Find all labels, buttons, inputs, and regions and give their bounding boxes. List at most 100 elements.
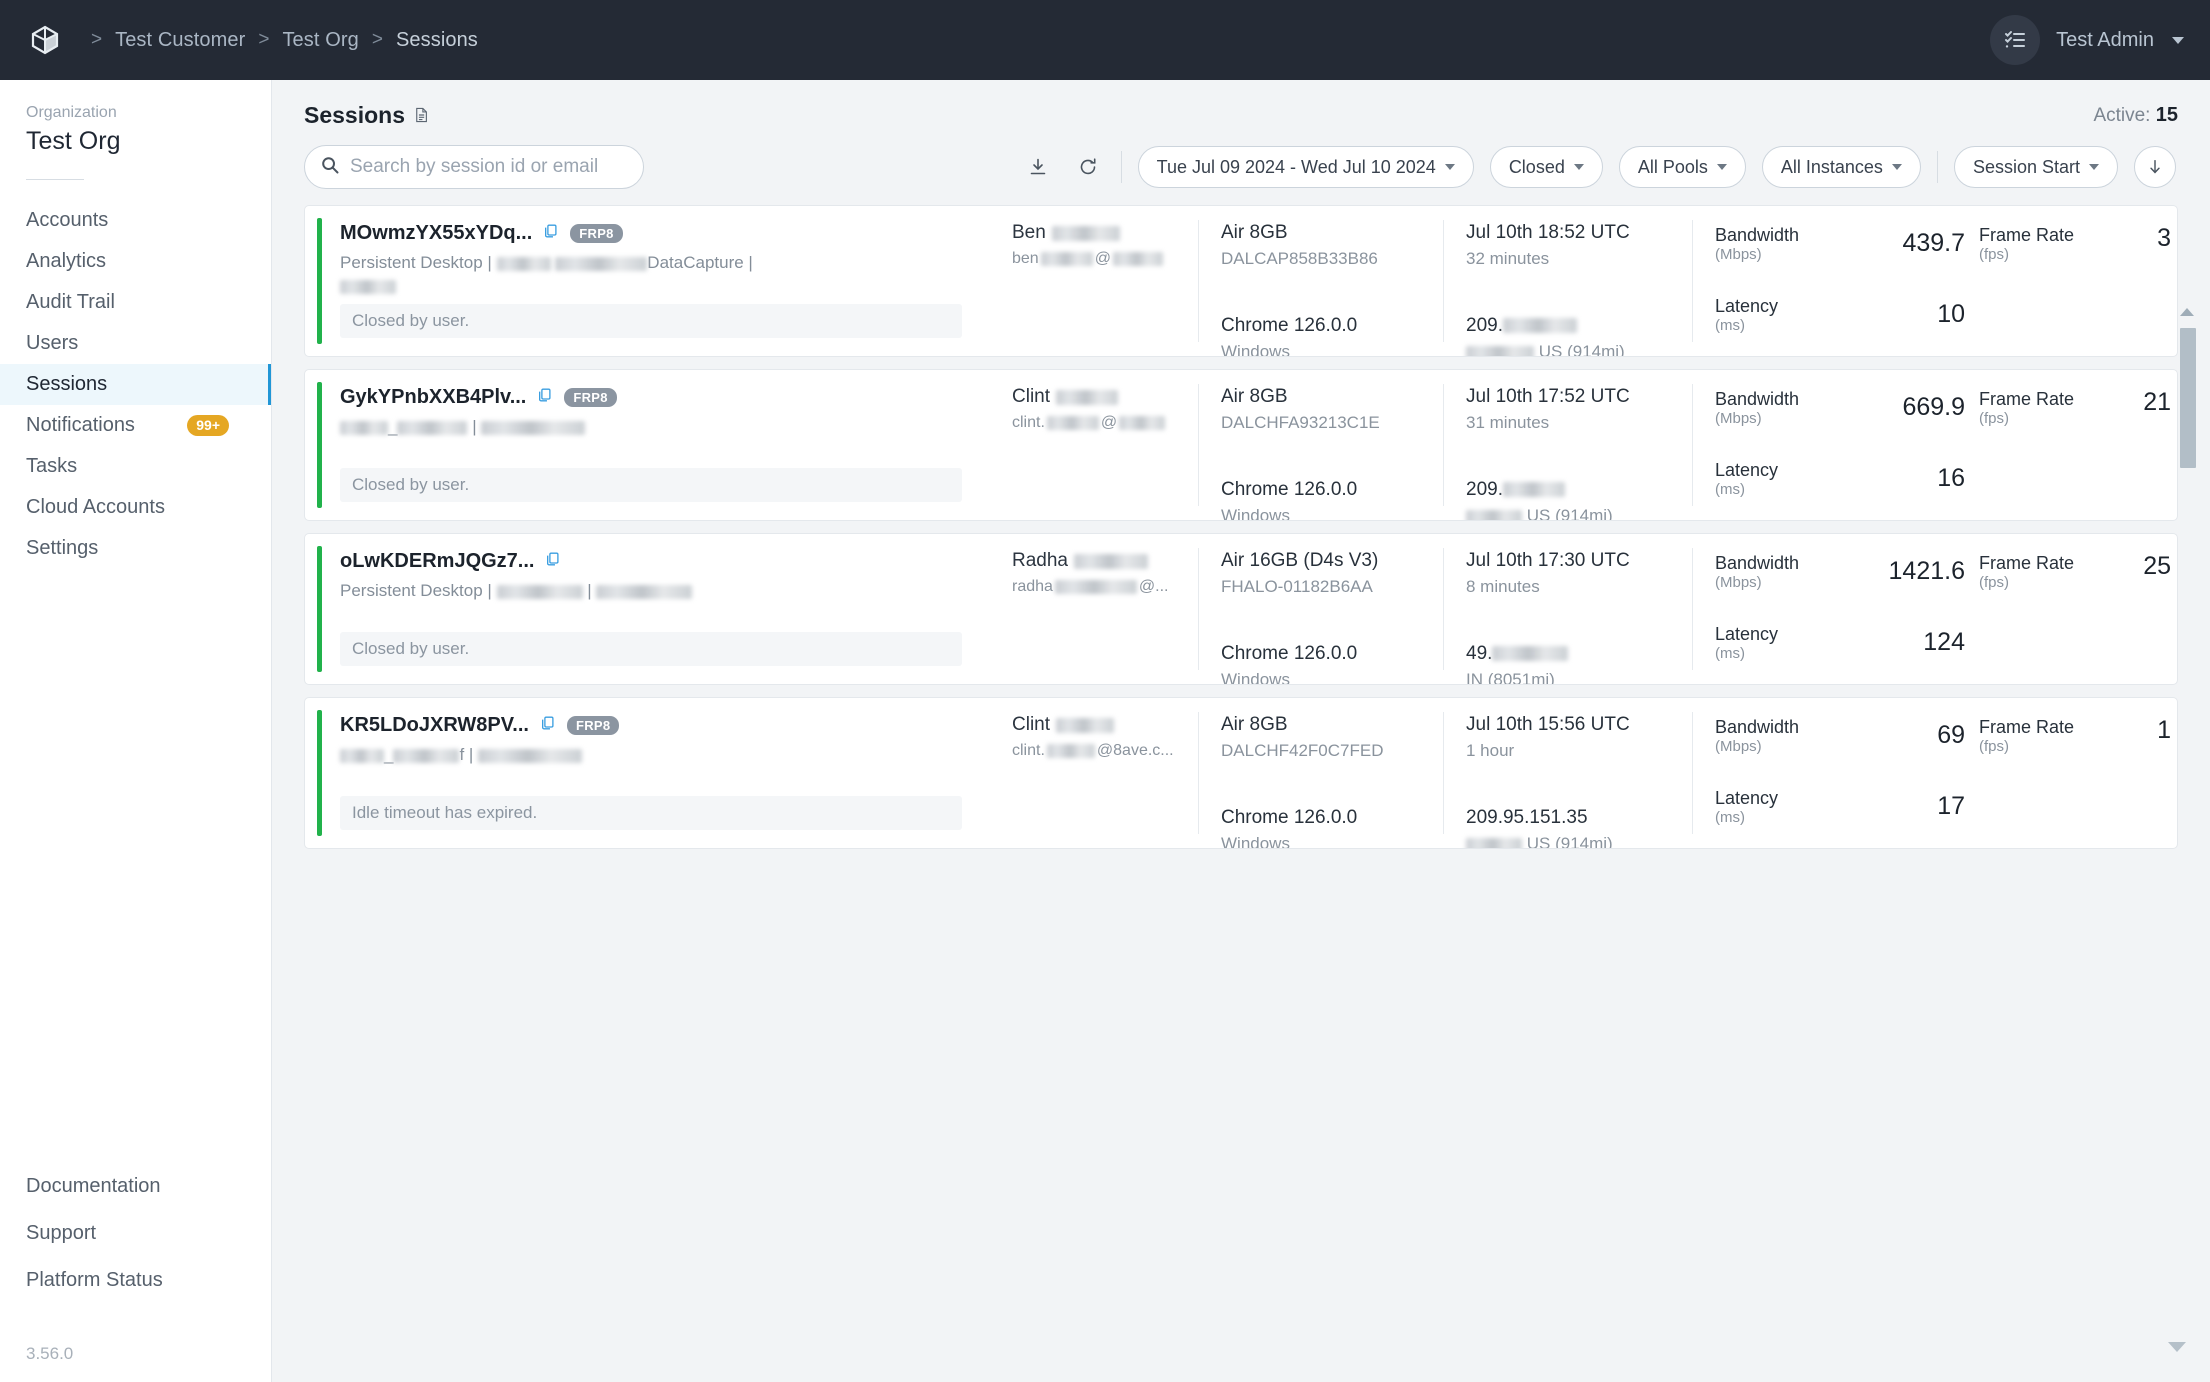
redacted-text: xxxxx xyxy=(497,585,583,599)
sidebar-item-audit-trail[interactable]: Audit Trail xyxy=(0,282,271,323)
session-framerate-cell: Frame Rate (fps) 21 xyxy=(1965,370,2171,520)
chevron-down-icon xyxy=(1574,164,1584,170)
session-id: GykYPnbXXB4Plv... xyxy=(340,386,526,409)
scroll-up-arrow[interactable] xyxy=(2180,308,2194,316)
frame-rate-value: 25 xyxy=(2143,552,2171,581)
session-summary-cell: GykYPnbXXB4Plv... FRP8 xx_xxxx | xxxxx C… xyxy=(322,370,1012,520)
top-bar: > Test Customer > Test Org > Sessions Te… xyxy=(0,0,2210,80)
toolbar-divider-2 xyxy=(1937,151,1938,183)
document-icon[interactable] xyxy=(415,102,429,129)
active-value: 15 xyxy=(2156,104,2178,126)
refresh-icon[interactable] xyxy=(1071,150,1105,184)
sidebar-item-analytics[interactable]: Analytics xyxy=(0,241,271,282)
session-user-cell: Radha xxxx radhaxxxx@... xyxy=(1012,534,1198,684)
user-menu[interactable]: Test Admin xyxy=(1990,15,2184,65)
sidebar-item-accounts[interactable]: Accounts xyxy=(0,200,271,241)
bandwidth-unit: (Mbps) xyxy=(1715,246,1799,263)
location: xxx US (914mi) xyxy=(1466,342,1692,357)
sidebar-item-users[interactable]: Users xyxy=(0,323,271,364)
redacted-text: xxx xyxy=(1047,416,1099,430)
copy-icon[interactable] xyxy=(540,715,556,736)
redacted-text: xxxx xyxy=(397,421,467,435)
copy-icon[interactable] xyxy=(537,387,553,408)
start-time: Jul 10th 17:30 UTC xyxy=(1466,550,1692,572)
breadcrumb-separator-0: > xyxy=(91,29,102,51)
sidebar-item-label: Tasks xyxy=(26,455,77,478)
redacted-text: xxxx xyxy=(497,257,551,271)
ip-prefix: 209. xyxy=(1466,479,1503,500)
sidebar-divider xyxy=(26,179,84,180)
more-vertical-icon[interactable] xyxy=(2171,206,2178,356)
sessions-list: MOwmzYX55xYDq... FRP8 Persistent Desktop… xyxy=(272,189,2210,849)
session-description: Persistent Desktop | xxxxx | xxxxx xyxy=(340,579,900,602)
chevron-down-icon xyxy=(1445,164,1455,170)
email-suffix: @8ave.c... xyxy=(1097,742,1174,760)
page-title-label: Sessions xyxy=(304,102,405,129)
user-first-name: Radha xyxy=(1012,550,1068,572)
download-icon[interactable] xyxy=(1021,150,1055,184)
table-row[interactable]: KR5LDoJXRW8PV... FRP8 xx_xxxxf | xxxxx I… xyxy=(304,697,2178,849)
table-row[interactable]: MOwmzYX55xYDq... FRP8 Persistent Desktop… xyxy=(304,205,2178,357)
date-range-filter[interactable]: Tue Jul 09 2024 - Wed Jul 10 2024 xyxy=(1138,146,1474,188)
instance-type: Air 8GB xyxy=(1221,222,1443,244)
breadcrumb-item-customer[interactable]: Test Customer xyxy=(115,29,245,52)
more-vertical-icon[interactable] xyxy=(2171,370,2178,520)
table-row[interactable]: GykYPnbXXB4Plv... FRP8 xx_xxxx | xxxxx C… xyxy=(304,369,2178,521)
breadcrumb-item-sessions[interactable]: Sessions xyxy=(396,29,478,52)
copy-icon[interactable] xyxy=(545,551,561,572)
ip-prefix: 49. xyxy=(1466,643,1492,664)
session-metrics-cell: Bandwidth (Mbps) 439.7 Latency (ms) 10 xyxy=(1693,206,1965,356)
instance-type: Air 8GB xyxy=(1221,714,1443,736)
status-filter[interactable]: Closed xyxy=(1490,146,1603,188)
footer-link-support[interactable]: Support xyxy=(26,1222,245,1245)
latency-label: Latency xyxy=(1715,459,1778,481)
description-mid: DataCapture | xyxy=(647,253,753,272)
session-description: xx_xxxx | xxxxx xyxy=(340,415,900,438)
user-name: Clint xxxx xyxy=(1012,386,1198,408)
redacted-text: xxx xyxy=(1503,482,1565,497)
footer-link-platform-status[interactable]: Platform Status xyxy=(26,1269,245,1292)
main-content: Sessions Active: 15 xyxy=(272,80,2210,1382)
sidebar-item-settings[interactable]: Settings xyxy=(0,528,271,569)
chevron-down-icon[interactable] xyxy=(2172,37,2184,44)
redacted-text: xxxx xyxy=(1055,580,1137,594)
redacted-text: xxxx xyxy=(340,280,396,294)
pool-filter[interactable]: All Pools xyxy=(1619,146,1746,188)
session-tag: FRP8 xyxy=(567,716,619,735)
user-email: clint.xxx@8ave.c... xyxy=(1012,742,1198,760)
checklist-icon[interactable] xyxy=(1990,15,2040,65)
frame-rate-label: Frame Rate xyxy=(1979,224,2074,246)
frame-rate-unit: (fps) xyxy=(1979,410,2074,427)
sidebar-item-label: Accounts xyxy=(26,209,108,232)
search-icon xyxy=(321,156,339,179)
frame-rate-label: Frame Rate xyxy=(1979,388,2074,410)
footer-link-documentation[interactable]: Documentation xyxy=(26,1175,245,1198)
sidebar-item-notifications[interactable]: Notifications 99+ xyxy=(0,405,271,446)
latency-value: 17 xyxy=(1937,792,1965,821)
sidebar-item-cloud-accounts[interactable]: Cloud Accounts xyxy=(0,487,271,528)
search-input[interactable]: Search by session id or email xyxy=(304,145,644,189)
vertical-scrollbar[interactable] xyxy=(2180,328,2196,468)
sort-field-select[interactable]: Session Start xyxy=(1954,146,2118,188)
table-row[interactable]: oLwKDERmJQGz7... Persistent Desktop | xx… xyxy=(304,533,2178,685)
sidebar-item-sessions[interactable]: Sessions xyxy=(0,364,271,405)
breadcrumb-item-org[interactable]: Test Org xyxy=(282,29,358,52)
more-vertical-icon[interactable] xyxy=(2171,698,2178,848)
session-description: Persistent Desktop | xxxx xxxxxxDataCapt… xyxy=(340,251,900,297)
browser: Chrome 126.0.0 xyxy=(1221,807,1443,829)
copy-icon[interactable] xyxy=(543,223,559,244)
bandwidth-value: 439.7 xyxy=(1902,229,1965,258)
instance-filter[interactable]: All Instances xyxy=(1762,146,1921,188)
sidebar-item-tasks[interactable]: Tasks xyxy=(0,446,271,487)
cube-logo-icon[interactable] xyxy=(30,25,60,55)
more-vertical-icon[interactable] xyxy=(2171,534,2178,684)
toolbar: Search by session id or email xyxy=(304,145,2178,189)
scroll-down-chevron-icon[interactable] xyxy=(2168,1342,2186,1352)
main-header: Sessions Active: 15 xyxy=(272,80,2210,189)
bandwidth-label: Bandwidth xyxy=(1715,552,1799,574)
sort-direction-button[interactable] xyxy=(2134,146,2176,188)
latency-value: 10 xyxy=(1937,300,1965,329)
bandwidth-unit: (Mbps) xyxy=(1715,738,1799,755)
ip-prefix: 209. xyxy=(1466,315,1503,336)
sidebar-item-label: Users xyxy=(26,332,78,355)
